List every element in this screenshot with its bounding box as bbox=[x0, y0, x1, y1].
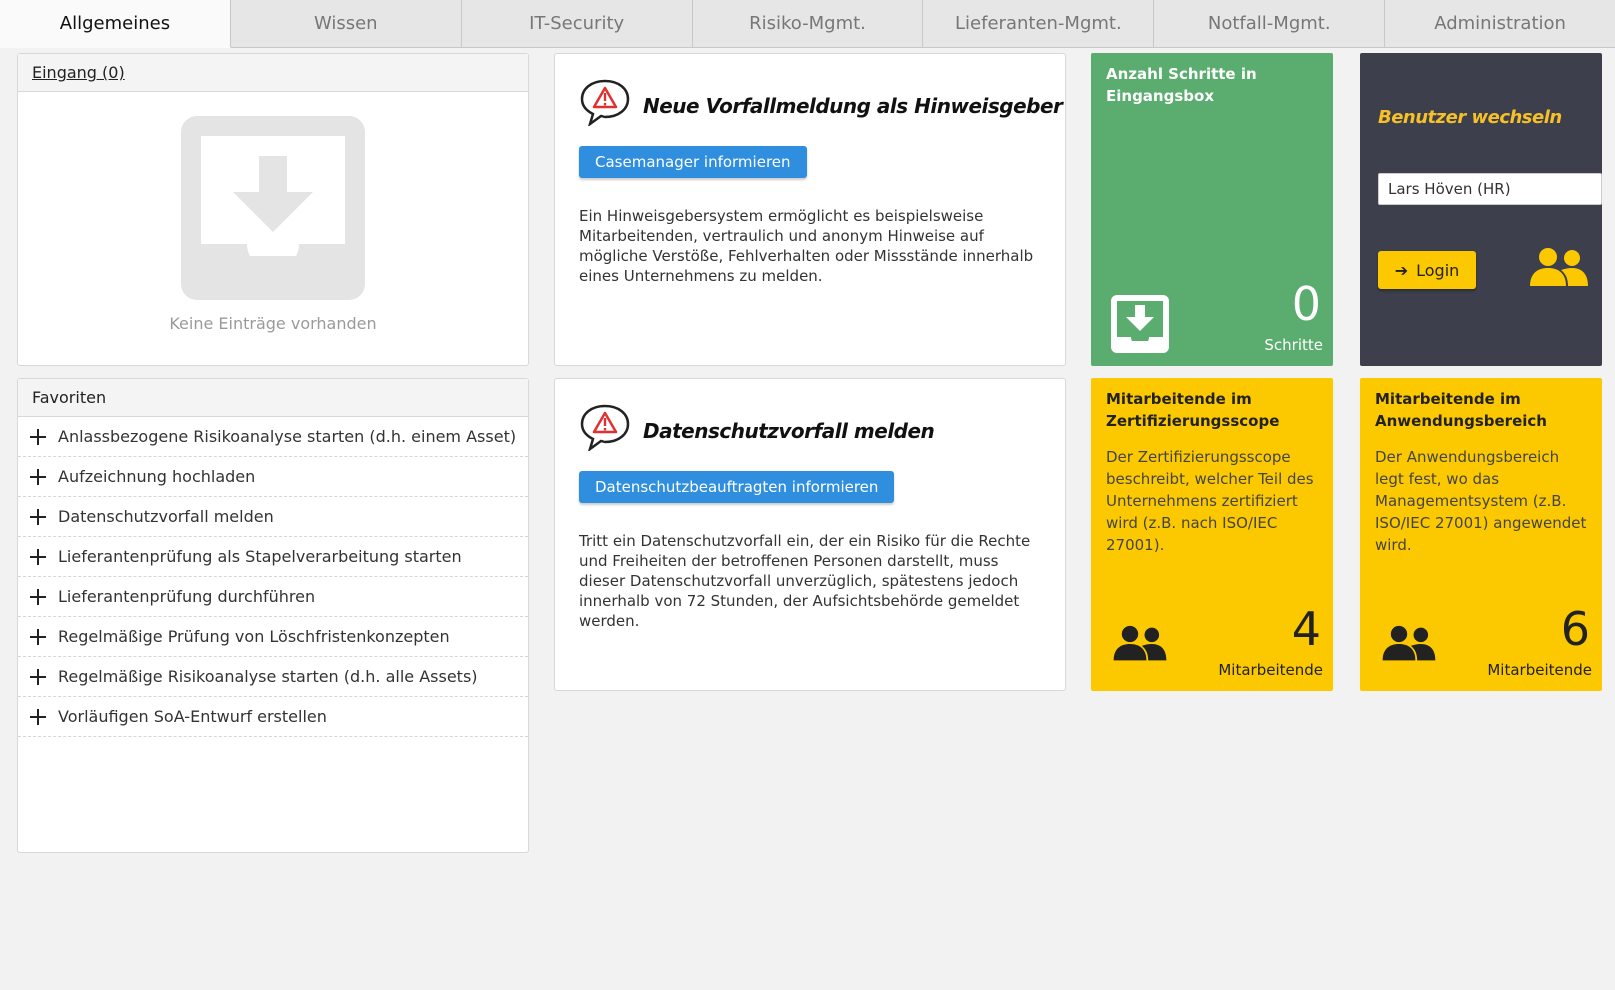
steps-unit: Schritte bbox=[1264, 336, 1323, 354]
inbox-panel: Eingang (0) Keine Einträge vorhanden bbox=[17, 53, 529, 366]
favorite-item[interactable]: Regelmäßige Prüfung von Löschfristenkonz… bbox=[18, 617, 528, 657]
favorite-item[interactable]: Vorläufigen SoA-Entwurf erstellen bbox=[18, 697, 528, 737]
cert-scope-description: Der Zertifizierungsscope beschreibt, wel… bbox=[1106, 448, 1314, 554]
cert-scope-tile[interactable]: Mitarbeitende im Zertifizierungsscope De… bbox=[1091, 378, 1333, 691]
favorite-item[interactable]: Regelmäßige Risikoanalyse starten (d.h. … bbox=[18, 657, 528, 697]
app-scope-description: Der Anwendungsbereich legt fest, wo das … bbox=[1375, 448, 1587, 554]
privacy-incident-description: Tritt ein Datenschutzvorfall ein, der ei… bbox=[579, 532, 1031, 630]
tab-notfall-mgmt[interactable]: Notfall-Mgmt. bbox=[1154, 0, 1386, 48]
cert-scope-count: 4 bbox=[1291, 602, 1321, 656]
inbox-empty-text: Keine Einträge vorhanden bbox=[169, 314, 377, 333]
steps-tile-title: Anzahl Schritte in Eingangsbox bbox=[1106, 65, 1257, 105]
favorite-item-label: Aufzeichnung hochladen bbox=[58, 467, 256, 486]
cert-scope-unit: Mitarbeitende bbox=[1218, 661, 1323, 679]
main-tab-bar: Allgemeines Wissen IT-Security Risiko-Mg… bbox=[0, 0, 1615, 48]
warning-speech-bubble-icon bbox=[579, 403, 631, 453]
inbox-download-icon bbox=[1111, 295, 1169, 357]
tab-wissen[interactable]: Wissen bbox=[230, 0, 462, 48]
arrow-right-icon: ➔ bbox=[1394, 260, 1409, 280]
whistleblower-description: Ein Hinweisgebersystem ermöglicht es bei… bbox=[579, 207, 1034, 285]
favorite-item[interactable]: Aufzeichnung hochladen bbox=[18, 457, 528, 497]
favorite-item-label: Lieferantenprüfung als Stapelverarbeitun… bbox=[58, 547, 462, 566]
app-scope-count: 6 bbox=[1560, 602, 1590, 656]
login-button[interactable]: ➔ Login bbox=[1378, 251, 1476, 289]
favorite-item-label: Regelmäßige Prüfung von Löschfristenkonz… bbox=[58, 627, 450, 646]
app-scope-unit: Mitarbeitende bbox=[1487, 661, 1592, 679]
tab-administration[interactable]: Administration bbox=[1385, 0, 1615, 48]
whistleblower-card: Neue Vorfallmeldung als Hinweisgeber Cas… bbox=[554, 53, 1066, 366]
casemanager-inform-button[interactable]: Casemanager informieren bbox=[579, 146, 807, 178]
favorites-header: Favoriten bbox=[18, 379, 528, 417]
plus-icon bbox=[30, 468, 46, 485]
login-button-label: Login bbox=[1416, 260, 1460, 280]
plus-icon bbox=[30, 548, 46, 565]
favorite-item-label: Datenschutzvorfall melden bbox=[58, 507, 274, 526]
favorite-item-label: Lieferantenprüfung durchführen bbox=[58, 587, 316, 606]
plus-icon bbox=[30, 708, 46, 725]
tab-allgemeines[interactable]: Allgemeines bbox=[0, 0, 231, 48]
plus-icon bbox=[30, 588, 46, 605]
steps-count: 0 bbox=[1291, 277, 1321, 331]
switch-user-title: Benutzer wechseln bbox=[1378, 107, 1562, 128]
favorite-item[interactable]: Datenschutzvorfall melden bbox=[18, 497, 528, 537]
tab-lieferanten-mgmt[interactable]: Lieferanten-Mgmt. bbox=[923, 0, 1155, 48]
favorites-list: Anlassbezogene Risikoanalyse starten (d.… bbox=[18, 417, 528, 737]
favorite-item-label: Vorläufigen SoA-Entwurf erstellen bbox=[58, 707, 327, 726]
privacy-incident-title: Datenschutzvorfall melden bbox=[643, 419, 935, 443]
plus-icon bbox=[30, 668, 46, 685]
favorite-item[interactable]: Anlassbezogene Risikoanalyse starten (d.… bbox=[18, 417, 528, 457]
favorite-item[interactable]: Lieferantenprüfung als Stapelverarbeitun… bbox=[18, 537, 528, 577]
favorite-item-label: Anlassbezogene Risikoanalyse starten (d.… bbox=[58, 427, 517, 446]
users-icon bbox=[1528, 246, 1590, 294]
favorite-item[interactable]: Lieferantenprüfung durchführen bbox=[18, 577, 528, 617]
switch-user-tile: Benutzer wechseln Lars Höven (HR) ➔ Logi… bbox=[1360, 53, 1602, 366]
warning-speech-bubble-icon bbox=[579, 78, 631, 128]
dpo-inform-button[interactable]: Datenschutzbeauftragten informieren bbox=[579, 471, 895, 503]
plus-icon bbox=[30, 628, 46, 645]
users-icon bbox=[1111, 624, 1169, 668]
favorites-panel: Favoriten Anlassbezogene Risikoanalyse s… bbox=[17, 378, 529, 853]
user-select[interactable]: Lars Höven (HR) bbox=[1378, 173, 1602, 205]
app-scope-title: Mitarbeitende im Anwendungsbereich bbox=[1375, 390, 1547, 430]
inbox-header-link[interactable]: Eingang (0) bbox=[18, 54, 528, 92]
tab-it-security[interactable]: IT-Security bbox=[461, 0, 693, 48]
plus-icon bbox=[30, 428, 46, 445]
favorite-item-label: Regelmäßige Risikoanalyse starten (d.h. … bbox=[58, 667, 478, 686]
privacy-incident-card: Datenschutzvorfall melden Datenschutzbea… bbox=[554, 378, 1066, 691]
plus-icon bbox=[30, 508, 46, 525]
steps-tile[interactable]: Anzahl Schritte in Eingangsbox 0 Schritt… bbox=[1091, 53, 1333, 366]
cert-scope-title: Mitarbeitende im Zertifizierungsscope bbox=[1106, 390, 1280, 430]
whistleblower-title: Neue Vorfallmeldung als Hinweisgeber bbox=[643, 94, 1063, 118]
app-scope-tile[interactable]: Mitarbeitende im Anwendungsbereich Der A… bbox=[1360, 378, 1602, 691]
tab-risiko-mgmt[interactable]: Risiko-Mgmt. bbox=[692, 0, 924, 48]
inbox-download-icon bbox=[181, 116, 365, 300]
users-icon bbox=[1380, 624, 1438, 668]
